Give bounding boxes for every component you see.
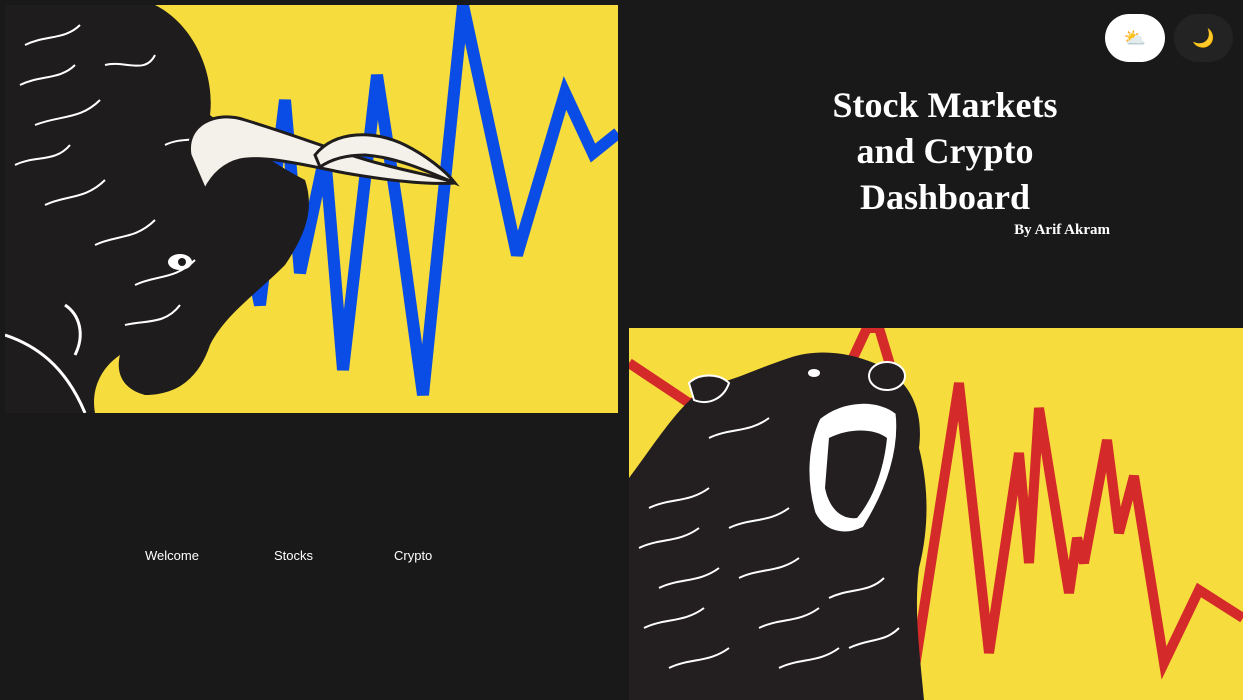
page-title-line-2: and Crypto (856, 131, 1034, 171)
sun-behind-cloud-icon: ⛅ (1123, 27, 1147, 48)
bull-market-image (5, 5, 618, 413)
bear-market-image (629, 328, 1243, 700)
page: Stock Markets and Crypto Dashboard By Ar… (0, 0, 1243, 700)
page-title: Stock Markets and Crypto Dashboard (780, 82, 1110, 220)
author-byline: By Arif Akram (1014, 222, 1110, 238)
title-block: Stock Markets and Crypto Dashboard By Ar… (780, 82, 1110, 239)
crescent-moon-icon: 🌙 (1192, 27, 1215, 48)
page-title-line-1: Stock Markets (832, 85, 1058, 125)
nav-link-crypto[interactable]: Crypto (394, 548, 432, 563)
bear-nose (868, 361, 906, 391)
page-title-line-3: Dashboard (859, 177, 1031, 217)
bull-body (5, 5, 309, 413)
bear-eye (808, 369, 820, 377)
nav-link-welcome[interactable]: Welcome (145, 548, 199, 563)
bull-illustration (5, 5, 618, 413)
dark-mode-button[interactable]: 🌙 (1174, 14, 1233, 62)
main-nav: Welcome Stocks Crypto (0, 548, 620, 568)
light-mode-button[interactable]: ⛅ (1105, 14, 1165, 62)
bear-illustration (629, 328, 1243, 700)
nav-link-stocks[interactable]: Stocks (274, 548, 313, 563)
